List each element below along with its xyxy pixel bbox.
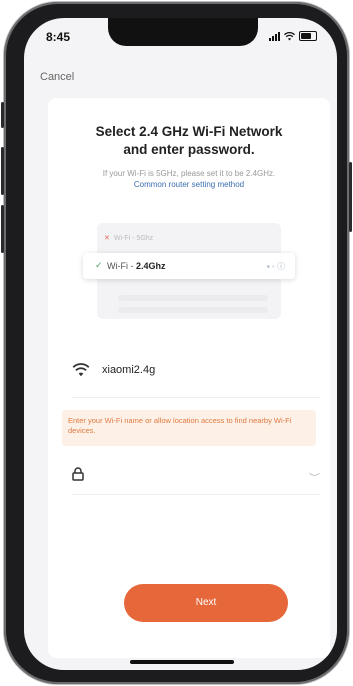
title-line-2: and enter password. — [123, 142, 255, 157]
signal-icon — [269, 31, 280, 41]
notch — [108, 18, 258, 46]
illustration-row-5ghz: ✕ Wi-Fi - 5Ghz — [104, 234, 153, 242]
illustration-placeholder-row — [118, 307, 268, 313]
wifi-name-value: xiaomi2.4g — [102, 364, 156, 376]
status-icons — [269, 31, 317, 41]
title-line-1: Select 2.4 GHz Wi-Fi Network — [95, 124, 283, 139]
status-time: 8:45 — [46, 30, 71, 44]
home-indicator — [130, 660, 234, 664]
subtitle-text: If your Wi-Fi is 5GHz, please set it to … — [102, 169, 276, 178]
side-button — [1, 205, 4, 253]
side-button — [349, 162, 352, 232]
illustration-5ghz-label: Wi-Fi - 5Ghz — [113, 235, 154, 242]
screen: 8:45 Cancel Select 2.4 GHz Wi-Fi Network… — [24, 18, 337, 670]
battery-icon — [299, 31, 317, 41]
page-title: Select 2.4 GHz Wi-Fi Network and enter p… — [48, 123, 330, 159]
router-setting-link[interactable]: Common router setting method — [48, 179, 330, 190]
check-icon: ✓ — [95, 260, 103, 270]
lock-wifi-info-icons: ▪ ◦ ⓘ — [266, 262, 285, 271]
wifi-status-icon — [284, 31, 295, 40]
cancel-button[interactable]: Cancel — [40, 71, 74, 83]
wifi-icon — [72, 363, 90, 377]
illustration-24-prefix: Wi-Fi - — [107, 261, 136, 271]
subtitle: If your Wi-Fi is 5GHz, please set it to … — [48, 168, 330, 190]
illustration-24-band: 2.4Ghz — [136, 261, 166, 271]
warning-text: Enter your Wi-Fi name or allow location … — [68, 416, 292, 435]
next-button[interactable]: Next — [124, 584, 288, 622]
phone-frame: 8:45 Cancel Select 2.4 GHz Wi-Fi Network… — [1, 2, 352, 684]
illustration-row-24ghz: ✓ Wi-Fi - 2.4Ghz ▪ ◦ ⓘ — [83, 253, 295, 279]
wifi-name-field[interactable]: xiaomi2.4g — [72, 357, 320, 398]
lock-icon — [72, 467, 84, 481]
side-button — [1, 102, 4, 128]
illustration-24ghz-label: Wi-Fi - 2.4Ghz — [107, 261, 166, 271]
content-card: Select 2.4 GHz Wi-Fi Network and enter p… — [48, 98, 330, 658]
password-field[interactable]: ︶ — [72, 460, 320, 495]
location-warning: Enter your Wi-Fi name or allow location … — [62, 410, 316, 446]
side-button — [1, 147, 4, 195]
eye-closed-icon[interactable]: ︶ — [309, 470, 320, 486]
close-icon: ✕ — [104, 235, 110, 242]
illustration-placeholder-row — [118, 295, 268, 301]
